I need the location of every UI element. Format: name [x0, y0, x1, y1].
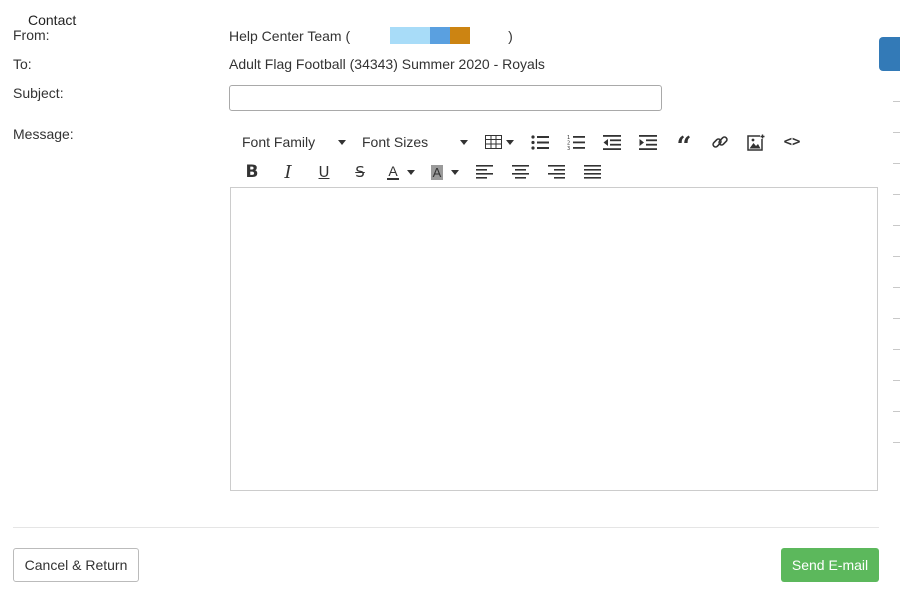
font-color-icon: A — [387, 163, 399, 180]
redacted-block — [450, 27, 471, 44]
image-icon — [747, 133, 765, 151]
font-color-button[interactable]: A — [378, 158, 424, 186]
side-divider — [893, 132, 900, 133]
italic-button[interactable]: I — [270, 158, 306, 186]
from-value: Help Center Team () — [229, 27, 513, 44]
divider — [13, 527, 879, 528]
align-center-icon — [511, 165, 529, 179]
side-divider — [893, 318, 900, 319]
align-justify-icon — [583, 165, 601, 179]
chevron-down-icon — [451, 169, 460, 175]
side-divider — [893, 380, 900, 381]
font-sizes-label: Font Sizes — [362, 134, 429, 150]
table-icon — [484, 135, 502, 149]
side-divider — [893, 349, 900, 350]
font-family-dropdown[interactable]: Font Family — [234, 128, 354, 156]
numbered-list-icon: 1 2 3 — [567, 135, 585, 150]
from-label: From: — [13, 27, 50, 43]
align-right-button[interactable] — [538, 158, 574, 186]
strikethrough-icon: S — [355, 163, 365, 181]
from-value-suffix: ) — [508, 28, 513, 44]
bold-icon: B — [245, 162, 259, 182]
chevron-down-icon — [505, 139, 514, 145]
subject-input[interactable] — [229, 85, 662, 111]
align-left-icon — [475, 165, 493, 179]
subject-label: Subject: — [13, 85, 64, 101]
strikethrough-button[interactable]: S — [342, 158, 378, 186]
side-divider — [893, 442, 900, 443]
outdent-icon — [603, 134, 621, 150]
indent-button[interactable] — [630, 128, 666, 156]
unordered-list-button[interactable] — [522, 128, 558, 156]
code-icon: <> — [783, 134, 801, 150]
bold-button[interactable]: B — [234, 158, 270, 186]
editor-toolbar-row-2: B I U S A A — [234, 157, 610, 187]
side-divider — [893, 225, 900, 226]
side-divider — [893, 256, 900, 257]
align-left-button[interactable] — [466, 158, 502, 186]
message-label: Message: — [13, 126, 74, 142]
cancel-return-button[interactable]: Cancel & Return — [13, 548, 139, 582]
svg-text:3: 3 — [567, 146, 570, 150]
blockquote-button[interactable]: “ — [666, 128, 702, 160]
chevron-down-icon — [406, 169, 415, 175]
to-value: Adult Flag Football (34343) Summer 2020 … — [229, 56, 545, 72]
highlight-icon: A — [430, 164, 444, 180]
align-justify-button[interactable] — [574, 158, 610, 186]
ordered-list-button[interactable]: 1 2 3 — [558, 128, 594, 156]
outdent-button[interactable] — [594, 128, 630, 156]
side-divider — [893, 411, 900, 412]
font-family-label: Font Family — [242, 134, 316, 150]
highlight-color-button[interactable]: A — [424, 158, 466, 186]
insert-link-button[interactable] — [702, 128, 738, 156]
from-value-prefix: Help Center Team ( — [229, 28, 351, 44]
chevron-down-icon — [460, 139, 468, 145]
insert-table-button[interactable] — [476, 128, 522, 156]
link-icon — [712, 136, 728, 148]
bullet-list-icon — [531, 134, 549, 150]
side-tab[interactable] — [879, 37, 900, 71]
font-sizes-dropdown[interactable]: Font Sizes — [354, 128, 476, 156]
side-divider — [893, 194, 900, 195]
align-right-icon — [547, 165, 565, 179]
side-divider — [893, 163, 900, 164]
send-email-button[interactable]: Send E-mail — [781, 548, 879, 582]
redacted-block — [430, 27, 451, 44]
side-divider — [893, 287, 900, 288]
message-editor[interactable] — [230, 187, 878, 491]
insert-image-button[interactable] — [738, 128, 774, 156]
chevron-down-icon — [338, 139, 346, 145]
underline-button[interactable]: U — [306, 158, 342, 186]
side-divider — [893, 101, 900, 102]
indent-icon — [639, 134, 657, 150]
align-center-button[interactable] — [502, 158, 538, 186]
page-title: Contact — [28, 12, 77, 28]
quote-icon: “ — [676, 132, 692, 162]
italic-icon: I — [284, 161, 292, 183]
to-label: To: — [13, 56, 32, 72]
code-view-button[interactable]: <> — [774, 128, 810, 156]
redacted-block — [390, 27, 431, 44]
editor-toolbar-row-1: Font Family Font Sizes 1 2 3 “ <> — [234, 127, 810, 160]
underline-icon: U — [318, 163, 330, 181]
